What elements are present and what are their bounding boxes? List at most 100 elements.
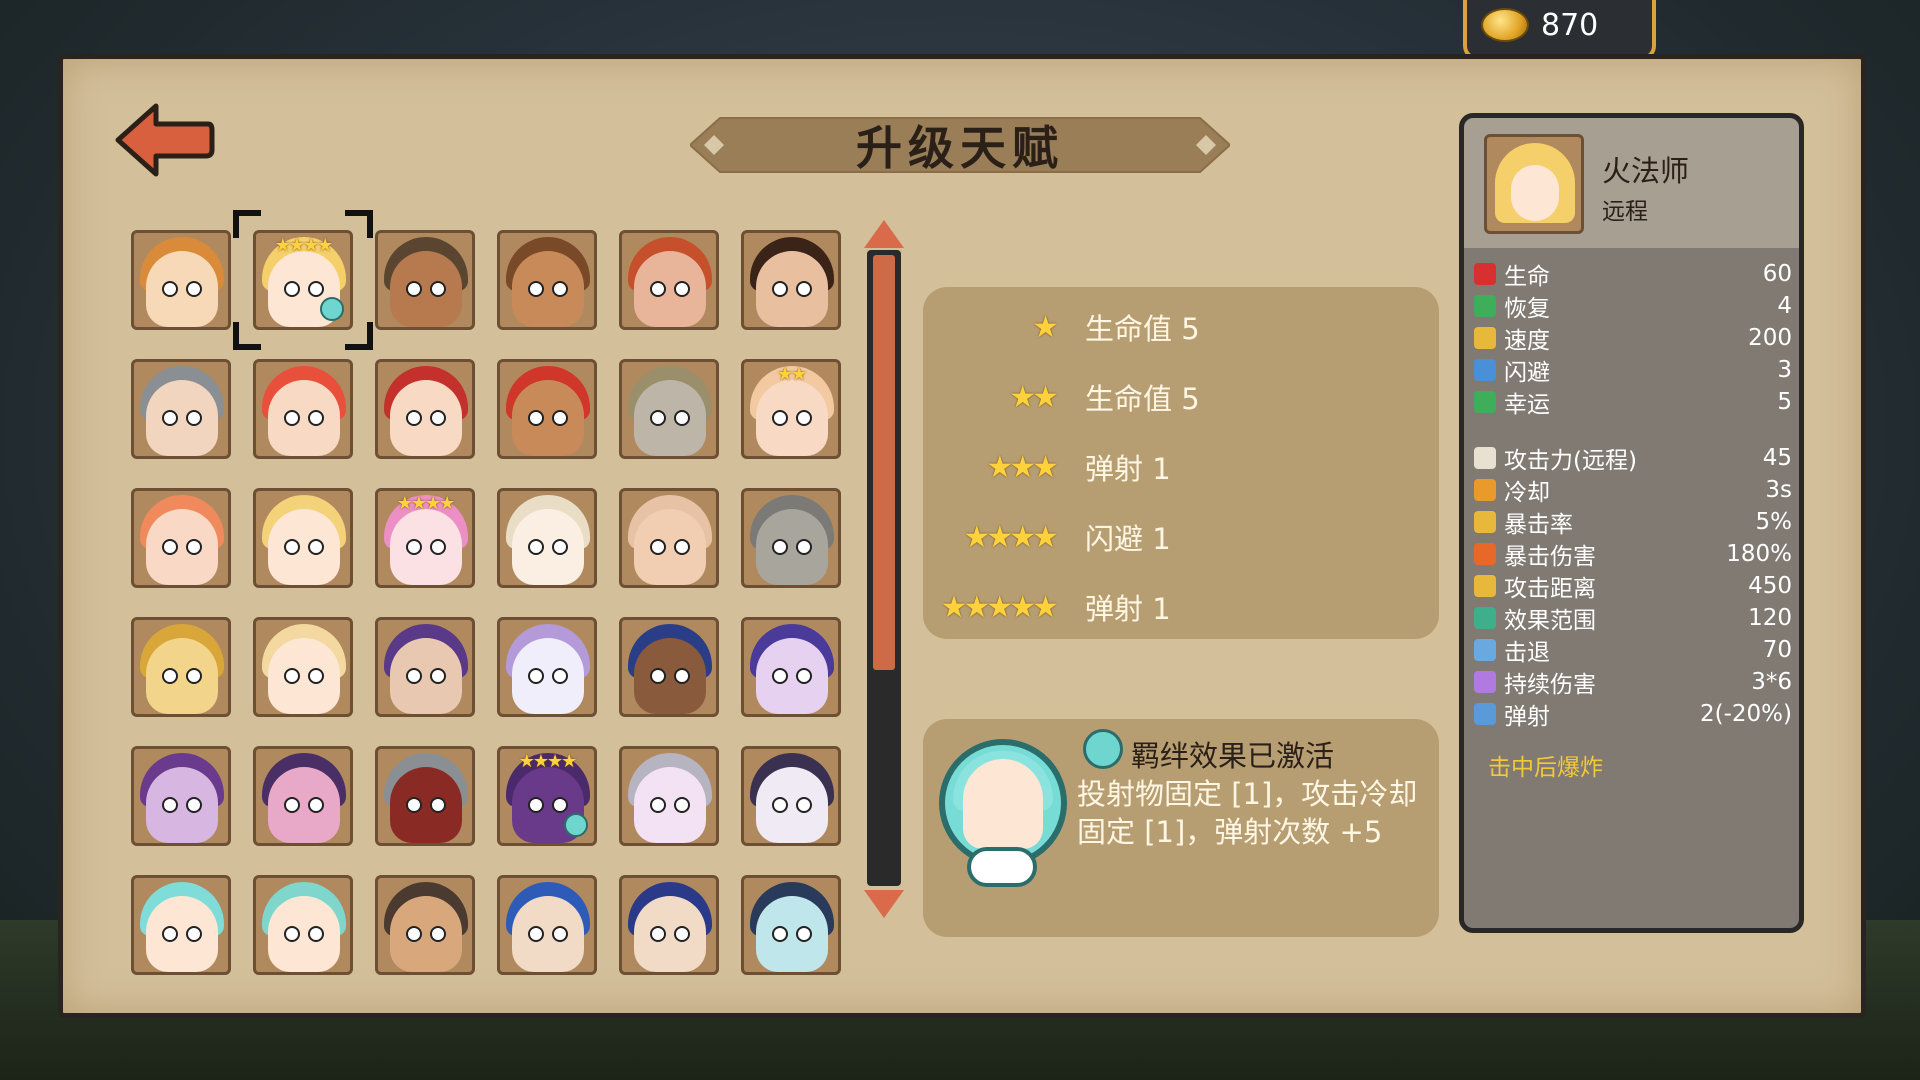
bond-badge-icon	[564, 813, 588, 837]
hero-slot[interactable]: ★★★★	[253, 230, 353, 330]
hero-slot[interactable]	[375, 617, 475, 717]
scrollbar-thumb[interactable]	[873, 255, 895, 670]
sword-icon	[1474, 447, 1496, 469]
hero-face	[634, 509, 706, 585]
hero-face	[268, 896, 340, 972]
plus-icon	[1474, 295, 1496, 317]
hero-slot[interactable]: ★★★★	[497, 746, 597, 846]
hero-eye	[308, 539, 324, 555]
hero-slot[interactable]	[619, 488, 719, 588]
hero-face	[756, 509, 828, 585]
stat-row: 攻击距离 450	[1474, 570, 1792, 602]
hero-eye	[796, 926, 812, 942]
stat-value: 3	[1777, 357, 1792, 383]
hero-eye	[186, 539, 202, 555]
hero-slot[interactable]	[619, 875, 719, 975]
hero-slot[interactable]	[741, 875, 841, 975]
bond-title: 羁绊效果已激活	[1131, 739, 1335, 773]
hero-eye	[186, 281, 202, 297]
hero-slot[interactable]	[375, 230, 475, 330]
hero-stat-panel: 火法师 远程 生命 60 恢复 4 速度 200 闪避 3 幸运 5 攻击力(远程) 45 冷却 3s 暴击…	[1459, 113, 1804, 933]
hero-slot[interactable]	[619, 359, 719, 459]
talent-star-rating: ★★★★★	[940, 589, 1059, 625]
hero-slot[interactable]: ★★★★	[375, 488, 475, 588]
hero-slot[interactable]	[131, 230, 231, 330]
stat-label: 暴击率	[1504, 512, 1573, 538]
stat-row: 攻击力(远程) 45	[1474, 442, 1792, 474]
hero-eye	[284, 281, 300, 297]
talent-star-rating: ★★★★	[963, 519, 1059, 555]
hero-slot[interactable]	[741, 230, 841, 330]
hero-eye	[406, 539, 422, 555]
hero-slot[interactable]	[741, 617, 841, 717]
hero-slot[interactable]	[497, 875, 597, 975]
dodge-icon	[1474, 359, 1496, 381]
hero-face	[512, 251, 584, 327]
crit-icon	[1474, 511, 1496, 533]
hero-slot[interactable]	[375, 359, 475, 459]
hero-slot[interactable]	[131, 746, 231, 846]
currency-display: 870	[1463, 0, 1656, 60]
hero-face	[390, 767, 462, 843]
hero-eye	[308, 410, 324, 426]
hero-eye	[430, 926, 446, 942]
hero-slot[interactable]	[131, 359, 231, 459]
hero-slot[interactable]	[497, 230, 597, 330]
hero-face	[268, 380, 340, 456]
hero-eye	[308, 926, 324, 942]
hero-slot[interactable]	[619, 230, 719, 330]
stat-value: 450	[1748, 573, 1792, 599]
hero-header: 火法师 远程	[1464, 118, 1799, 248]
hero-slot[interactable]	[131, 488, 231, 588]
stat-label: 弹射	[1504, 704, 1550, 730]
hero-eye	[552, 281, 568, 297]
hero-face	[512, 380, 584, 456]
talent-label: 弹射 1	[1085, 592, 1171, 626]
hero-slot[interactable]	[375, 746, 475, 846]
hero-face	[146, 380, 218, 456]
talent-star-rating: ★★	[1009, 379, 1059, 415]
hero-eye	[674, 539, 690, 555]
hero-slot[interactable]	[497, 617, 597, 717]
stat-row: 暴击率 5%	[1474, 506, 1792, 538]
hero-slot[interactable]	[741, 746, 841, 846]
hero-slot[interactable]	[131, 617, 231, 717]
stat-label: 攻击力(远程)	[1504, 448, 1637, 474]
range-icon	[1474, 575, 1496, 597]
hero-type: 远程	[1602, 199, 1648, 225]
back-arrow-icon[interactable]	[112, 100, 216, 180]
hero-slot[interactable]	[497, 359, 597, 459]
hero-eye	[430, 281, 446, 297]
hero-eye	[430, 410, 446, 426]
hero-slot[interactable]	[253, 875, 353, 975]
hero-eye	[528, 410, 544, 426]
hero-slot[interactable]	[253, 488, 353, 588]
talent-label: 弹射 1	[1085, 452, 1171, 486]
hero-face	[512, 509, 584, 585]
hero-face	[146, 509, 218, 585]
stat-row: 幸运 5	[1474, 386, 1792, 418]
scroll-down-arrow[interactable]	[864, 890, 904, 918]
hero-eye	[528, 539, 544, 555]
hero-slot[interactable]: ★★	[741, 359, 841, 459]
hero-slot[interactable]	[619, 617, 719, 717]
hero-eye	[162, 281, 178, 297]
hero-face	[756, 380, 828, 456]
hero-eye	[186, 797, 202, 813]
stat-value: 45	[1762, 445, 1792, 471]
scroll-up-arrow[interactable]	[864, 220, 904, 248]
hero-slot[interactable]	[253, 359, 353, 459]
hero-slot[interactable]	[741, 488, 841, 588]
hero-slot[interactable]	[253, 746, 353, 846]
hero-slot[interactable]	[375, 875, 475, 975]
hero-slot[interactable]	[253, 617, 353, 717]
hero-eye	[528, 668, 544, 684]
hero-eye	[528, 926, 544, 942]
hero-slot[interactable]	[619, 746, 719, 846]
hero-eye	[650, 410, 666, 426]
hero-slot[interactable]	[131, 875, 231, 975]
hero-face	[634, 896, 706, 972]
hero-slot[interactable]	[497, 488, 597, 588]
bond-description: 投射物固定 [1]，攻击冷却固定 [1]，弹射次数 +5	[1077, 777, 1418, 849]
stat-label: 持续伤害	[1504, 672, 1596, 698]
